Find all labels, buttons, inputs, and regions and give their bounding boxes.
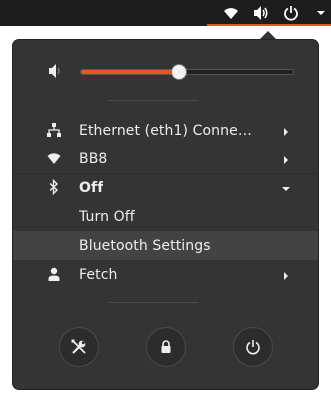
- system-indicator[interactable]: [207, 0, 331, 26]
- top-panel: [0, 0, 331, 26]
- chevron-down-icon: [311, 3, 331, 23]
- submenu-arrow-icon: [281, 125, 291, 136]
- volume-slider-fill: [81, 70, 179, 74]
- submenu-arrow-icon: [281, 269, 291, 280]
- bluetooth-turn-off[interactable]: Turn Off: [13, 202, 318, 231]
- wifi-icon: [221, 3, 241, 23]
- user-item[interactable]: Fetch: [13, 260, 318, 289]
- bluetooth-icon: [46, 178, 62, 196]
- lock-icon: [158, 339, 174, 355]
- wifi-icon: [46, 150, 62, 166]
- volume-slider[interactable]: [81, 65, 293, 79]
- network-item-ethernet[interactable]: Ethernet (eth1) Connect...: [13, 116, 318, 145]
- settings-icon: [70, 338, 88, 356]
- network-item-label: BB8: [79, 150, 108, 167]
- chevron-down-icon: [281, 182, 291, 192]
- network-item-wifi[interactable]: BB8: [13, 144, 318, 173]
- bluetooth-status-label: Off: [79, 179, 104, 196]
- volume-row: [13, 56, 318, 86]
- power-icon: [281, 3, 301, 23]
- menu-item-label: Turn Off: [79, 208, 135, 225]
- menu-item-label: Bluetooth Settings: [79, 237, 211, 254]
- user-name-label: Fetch: [79, 266, 118, 283]
- bluetooth-settings[interactable]: Bluetooth Settings: [13, 231, 318, 260]
- volume-slider-handle[interactable]: [171, 65, 186, 79]
- system-menu: Ethernet (eth1) Connect... BB8 Off Turn …: [13, 40, 318, 389]
- volume-low-icon: [46, 62, 64, 80]
- indicator-underline: [207, 24, 331, 26]
- power-icon: [245, 339, 261, 355]
- power-off-button[interactable]: [233, 327, 273, 367]
- separator: [108, 100, 198, 101]
- settings-button[interactable]: [59, 327, 99, 367]
- submenu-arrow-icon: [281, 153, 291, 164]
- separator: [108, 302, 198, 303]
- ethernet-icon: [46, 122, 62, 138]
- lock-button[interactable]: [146, 327, 186, 367]
- bluetooth-item[interactable]: Off: [13, 173, 318, 202]
- network-item-label: Ethernet (eth1) Connect...: [79, 122, 257, 139]
- user-icon: [46, 266, 62, 282]
- volume-icon: [251, 3, 271, 23]
